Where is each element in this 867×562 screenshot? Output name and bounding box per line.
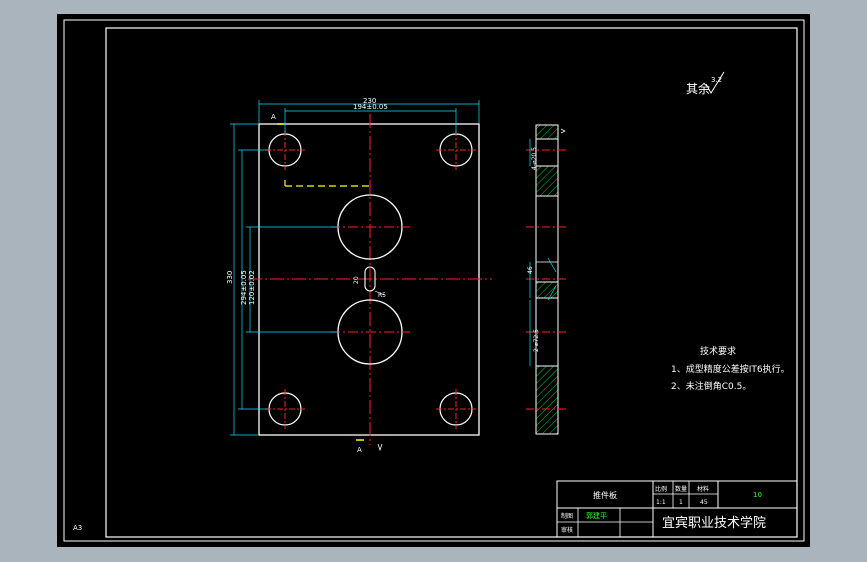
qty-label: 数量 bbox=[675, 485, 687, 493]
dim-overall-height: 330 bbox=[226, 271, 234, 284]
section-hatch-mid bbox=[535, 281, 559, 299]
sheet-size: A3 bbox=[73, 524, 82, 532]
section-hatch-upper bbox=[535, 165, 559, 197]
dim-hole-pitch-x: 194±0.05 bbox=[353, 103, 388, 111]
section-hatch-bottom bbox=[535, 365, 559, 435]
drawing-number: 10 bbox=[753, 491, 762, 499]
school-name: 宜宾职业技术学院 bbox=[662, 515, 766, 531]
cad-drawing-canvas: 其余 3.2 20 R5 A A 230 194±0.05 330 294±0.… bbox=[57, 14, 810, 547]
reviewer-label: 审核 bbox=[561, 526, 573, 534]
section-dim-top: 4-⌀20.5 bbox=[531, 147, 538, 170]
section-mark-bottom: A bbox=[357, 446, 362, 454]
dim-hole-pitch-y: 294±0.05 bbox=[240, 270, 248, 305]
section-dim-mid: 46 bbox=[527, 266, 534, 274]
section-hatch-top bbox=[535, 124, 559, 140]
designer-label: 制图 bbox=[561, 512, 573, 520]
tech-requirements-title: 技术要求 bbox=[700, 345, 736, 357]
section-mark-top: A bbox=[271, 113, 276, 121]
part-name: 推件板 bbox=[593, 490, 617, 500]
slot-label-width: 20 bbox=[353, 276, 360, 284]
section-dim-bottom: 2-⌀72.5 bbox=[533, 329, 540, 352]
scale-value: 1:1 bbox=[656, 499, 666, 506]
roughness-note: 其余 bbox=[686, 81, 710, 96]
material-value: 45 bbox=[700, 499, 708, 506]
dim-center-pitch: 120±0.02 bbox=[248, 270, 256, 305]
scale-label: 比例 bbox=[655, 485, 667, 493]
material-label: 材料 bbox=[697, 485, 709, 493]
tech-requirement-1: 1、成型精度公差按IT6执行。 bbox=[671, 363, 790, 375]
tech-requirement-2: 2、未注倒角C0.5。 bbox=[671, 380, 751, 392]
designer-name: 郭建平 bbox=[586, 511, 607, 520]
qty-value: 1 bbox=[679, 499, 683, 506]
